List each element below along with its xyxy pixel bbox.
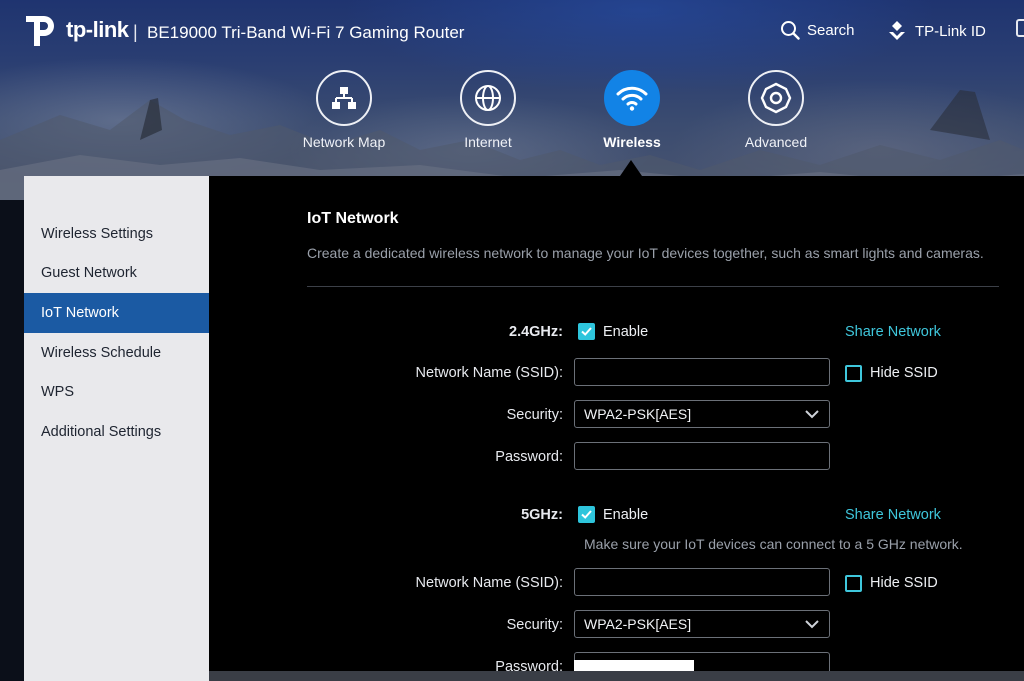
sidebar-item-label: Guest Network [41,265,137,281]
enable-5-checkbox[interactable] [578,506,595,523]
account-label: TP-Link ID [915,22,986,40]
nav-label: Internet [464,134,512,150]
sidebar-item-guest-network[interactable]: Guest Network [24,253,209,293]
password-5-redaction [574,660,694,671]
product-title: BE19000 Tri-Band Wi-Fi 7 Gaming Router [147,23,465,42]
sidebar-item-wireless-settings[interactable]: Wireless Settings [24,214,209,254]
check-icon [581,510,592,519]
globe-icon [460,70,516,126]
tp-link-logo[interactable]: tp-link [24,12,129,48]
nav-advanced[interactable]: Advanced [716,70,836,150]
sidebar-item-wireless-schedule[interactable]: Wireless Schedule [24,333,209,373]
security-24-label: Security: [506,407,563,423]
hide-ssid-24-checkbox[interactable] [845,365,862,382]
sidebar-item-label: WPS [41,384,75,400]
search-button[interactable]: Search [780,20,855,40]
enable-24-label: Enable [603,324,649,340]
chevron-down-icon [805,620,819,629]
band-5-hint: Make sure your IoT devices can connect t… [584,536,963,552]
nav-wireless[interactable]: Wireless [572,70,692,150]
security-24-select[interactable]: WPA2-PSK[AES] [574,400,830,428]
logo-text: tp-link [66,17,129,42]
search-label: Search [807,21,855,39]
enable-5-label: Enable [603,507,649,523]
sidebar-item-label: Wireless Settings [41,226,154,242]
sidebar: Wireless Settings Guest Network IoT Netw… [24,176,209,681]
wifi-icon [604,70,660,126]
sidebar-item-additional-settings[interactable]: Additional Settings [24,412,209,452]
security-5-value: WPA2-PSK[AES] [584,616,692,632]
ssid-5-input[interactable] [574,568,830,596]
security-5-select[interactable]: WPA2-PSK[AES] [574,610,830,638]
nav-label: Wireless [603,134,661,150]
sidebar-item-label: Wireless Schedule [41,345,162,361]
nav-label: Advanced [744,134,808,150]
security-5-label: Security: [506,617,563,633]
ssid-5-label: Network Name (SSID): [415,575,563,591]
nav-internet[interactable]: Internet [428,70,548,150]
search-icon [781,21,800,40]
nav-label: Network Map [302,134,386,150]
main-content: IoT Network Create a dedicated wireless … [209,176,1024,680]
page-title: IoT Network [307,210,399,227]
sidebar-item-iot-network[interactable]: IoT Network [24,293,209,333]
ssid-24-label: Network Name (SSID): [415,365,563,381]
active-nav-pointer [620,160,642,176]
hide-ssid-5-label: Hide SSID [870,575,938,591]
more-menu-icon[interactable] [1016,19,1024,37]
gear-icon [748,70,804,126]
hide-ssid-24-label: Hide SSID [870,365,938,381]
ssid-24-input[interactable] [574,358,830,386]
security-24-value: WPA2-PSK[AES] [584,406,692,422]
chevron-down-icon [805,410,819,419]
share-network-5-link[interactable]: Share Network [845,507,941,523]
sidebar-item-wps[interactable]: WPS [24,372,209,412]
account-icon [889,21,905,40]
band-24-label: 2.4GHz: [509,324,563,340]
password-24-label: Password: [495,449,563,465]
sidebar-item-label: Additional Settings [41,424,162,440]
sidebar-item-label: IoT Network [41,305,119,321]
band-5-label: 5GHz: [521,507,563,523]
bottom-scroll-strip [209,671,1024,681]
divider [307,286,999,287]
network-map-icon [316,70,372,126]
title-separator: | [133,22,138,42]
check-icon [581,327,592,336]
password-24-input[interactable] [574,442,830,470]
tp-link-id-button[interactable]: TP-Link ID [888,20,986,42]
hide-ssid-5-checkbox[interactable] [845,575,862,592]
page-description: Create a dedicated wireless network to m… [307,245,984,261]
top-bar: tp-link | BE19000 Tri-Band Wi-Fi 7 Gamin… [0,0,1024,60]
enable-24-checkbox[interactable] [578,323,595,340]
nav-network-map[interactable]: Network Map [284,70,404,150]
tp-link-logo-mark [26,16,54,46]
share-network-24-link[interactable]: Share Network [845,324,941,340]
